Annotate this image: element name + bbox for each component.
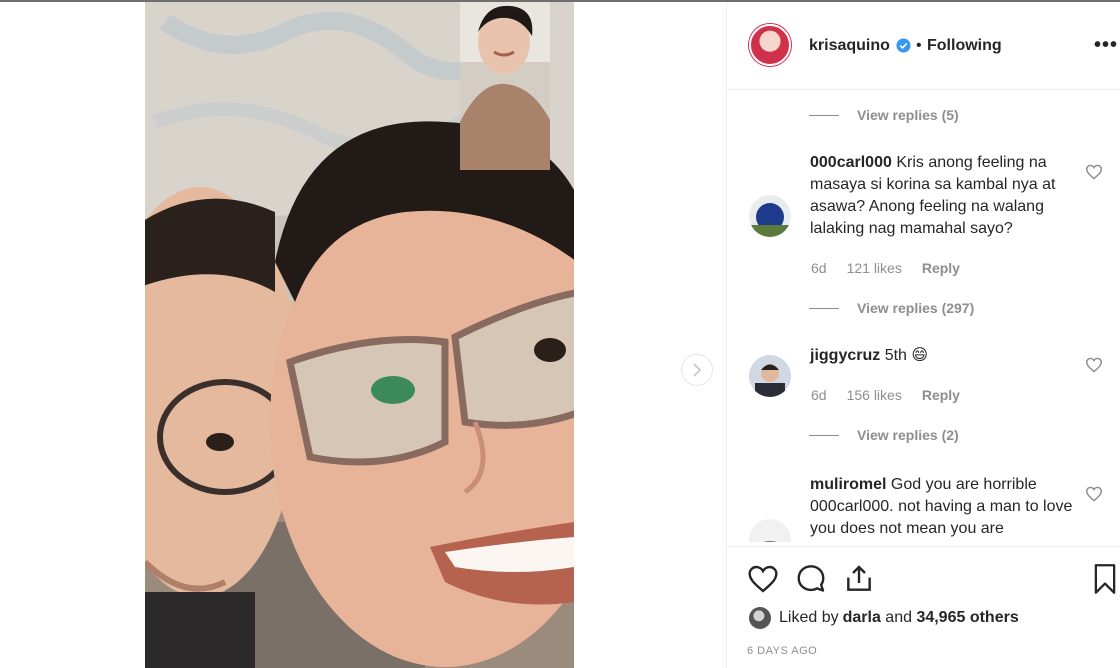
comment-username[interactable]: muliromel: [810, 476, 886, 493]
avatar-image: [749, 195, 791, 237]
commenter-avatar[interactable]: [749, 355, 791, 397]
like-button[interactable]: [747, 563, 779, 595]
liked-by-user[interactable]: darla: [843, 609, 881, 627]
header-separator: •: [916, 37, 922, 54]
comments-list[interactable]: View replies (5) 000carl000 Kris anong f…: [727, 90, 1120, 542]
view-replies-label: View replies (5): [857, 107, 959, 123]
liked-by-summary: Liked by darla and 34,965 others: [749, 607, 1019, 629]
heart-icon: [748, 565, 778, 593]
comment-text: jiggycruz 5th 😄: [810, 345, 1080, 367]
chevron-right-icon: [693, 363, 702, 377]
reply-divider-line: [809, 114, 839, 116]
liked-by-middle: and: [880, 609, 917, 626]
comment-username[interactable]: 000carl000: [810, 154, 892, 171]
avatar-image: [749, 519, 791, 542]
liked-by-count[interactable]: 34,965 others: [916, 609, 1018, 627]
post-footer: Liked by darla and 34,965 others 6 DAYS …: [727, 546, 1120, 668]
comment-text: 000carl000 Kris anong feeling na masaya …: [810, 152, 1080, 240]
verified-badge-icon: [896, 38, 911, 53]
comment-age: 6d: [811, 387, 827, 403]
reply-button[interactable]: Reply: [922, 260, 960, 276]
author-username[interactable]: krisaquino: [809, 37, 890, 55]
liked-by-prefix: Liked by: [779, 609, 839, 626]
comment-text: muliromel God you are horrible 000carl00…: [810, 474, 1080, 540]
bookmark-icon[interactable]: [1091, 563, 1119, 595]
comment-username[interactable]: jiggycruz: [810, 347, 880, 364]
video-call-pip: [460, 2, 550, 170]
reply-button[interactable]: Reply: [922, 387, 960, 403]
view-replies-button[interactable]: View replies (2): [809, 427, 959, 443]
liker-avatar[interactable]: [749, 607, 771, 629]
next-media-button[interactable]: [681, 354, 713, 386]
comment-body: 5th 😄: [884, 347, 929, 364]
author-avatar[interactable]: [749, 24, 791, 66]
share-button[interactable]: [843, 563, 875, 595]
post-header: krisaquino • Following •••: [727, 2, 1120, 90]
view-replies-label: View replies (297): [857, 300, 975, 316]
media-stage: [0, 2, 726, 668]
post-actions: [747, 563, 875, 595]
comment-meta: 6d 121 likes Reply: [811, 260, 960, 276]
commenter-avatar[interactable]: [749, 519, 791, 542]
comment-button[interactable]: [795, 563, 827, 595]
following-button[interactable]: Following: [927, 37, 1002, 55]
view-replies-button[interactable]: View replies (5): [809, 107, 959, 123]
share-icon: [847, 565, 871, 591]
view-replies-button[interactable]: View replies (297): [809, 300, 974, 316]
post-side-panel: krisaquino • Following ••• View replies …: [726, 2, 1120, 668]
heart-icon[interactable]: [1085, 486, 1103, 502]
pip-illustration: [460, 2, 550, 170]
comment-age: 6d: [811, 260, 827, 276]
heart-icon[interactable]: [1085, 357, 1103, 373]
view-replies-label: View replies (2): [857, 427, 959, 443]
comment-icon: [797, 565, 825, 592]
comment-likes[interactable]: 156 likes: [847, 387, 902, 403]
post-date[interactable]: 6 DAYS AGO: [747, 645, 817, 657]
heart-icon[interactable]: [1085, 164, 1103, 180]
commenter-avatar[interactable]: [749, 195, 791, 237]
more-options-icon[interactable]: •••: [1094, 35, 1118, 55]
reply-divider-line: [809, 307, 839, 309]
avatar-image: [749, 355, 791, 397]
comment-likes[interactable]: 121 likes: [847, 260, 902, 276]
reply-divider-line: [809, 434, 839, 436]
comment-meta: 6d 156 likes Reply: [811, 387, 960, 403]
